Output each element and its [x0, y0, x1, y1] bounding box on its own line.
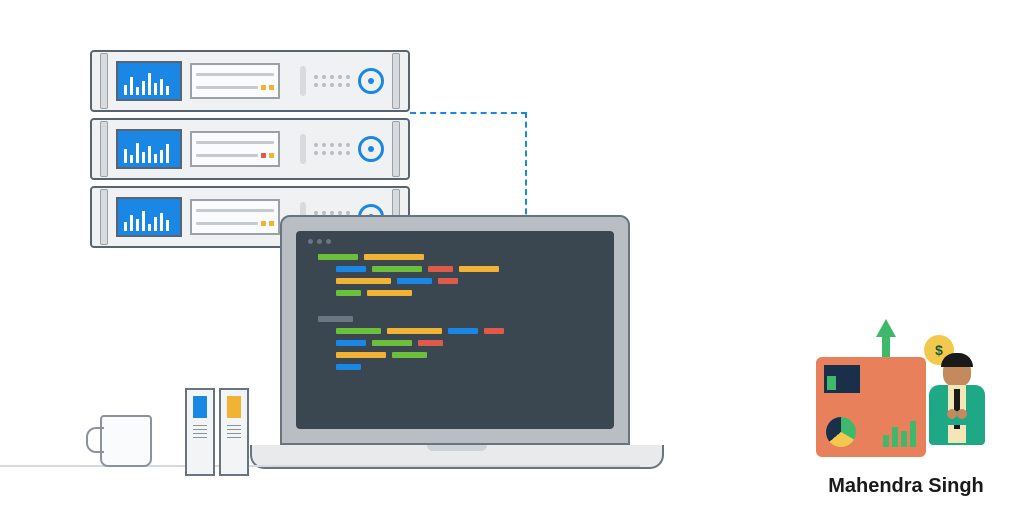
bar-chart-icon	[883, 417, 916, 447]
businessman-chart-icon: $	[816, 327, 996, 467]
server-display-icon	[116, 197, 182, 237]
person-icon	[924, 357, 990, 467]
illustration-scene	[90, 50, 690, 480]
books-icon	[185, 388, 249, 476]
pie-chart-icon	[826, 417, 856, 447]
server-unit	[90, 118, 410, 180]
server-unit	[90, 50, 410, 112]
server-panel-icon	[190, 199, 280, 235]
power-button-icon	[358, 68, 384, 94]
growth-arrow-icon	[876, 319, 896, 337]
power-button-icon	[358, 136, 384, 162]
server-panel-icon	[190, 131, 280, 167]
code-editor-icon	[296, 231, 614, 429]
vent-dots-icon	[314, 143, 350, 155]
desk-surface	[0, 465, 640, 467]
analytics-dashboard-icon	[816, 357, 926, 457]
connection-line-icon	[410, 112, 527, 224]
server-display-icon	[116, 129, 182, 169]
laptop-icon	[280, 215, 664, 469]
mug-icon	[100, 415, 152, 467]
server-panel-icon	[190, 63, 280, 99]
author-name: Mahendra Singh	[816, 475, 996, 498]
author-signature: $ Mahendra Singh	[816, 327, 996, 498]
vent-dots-icon	[314, 75, 350, 87]
server-display-icon	[116, 61, 182, 101]
